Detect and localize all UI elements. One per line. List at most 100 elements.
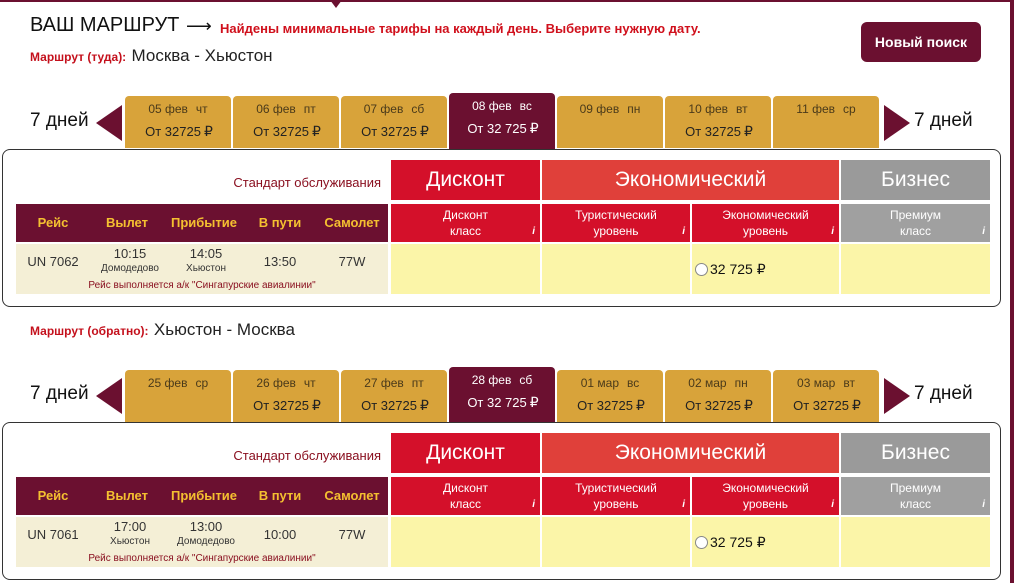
weekday-label: пт [303,102,316,116]
info-icon[interactable]: i [532,224,535,240]
info-icon[interactable]: i [682,497,685,513]
date-tab-price [125,397,231,413]
date-tab-date: 25 фев ср [125,376,231,390]
min-price: От 32725 [253,398,309,413]
col-aircraft: Самолет [324,488,380,503]
subclass-discount: Дисконт класс i [391,204,540,242]
subclass-line1: Экономический [722,481,809,495]
col-departure: Вылет [105,215,148,230]
flight-number: UN 7062 [27,254,79,269]
info-icon[interactable]: i [982,224,985,240]
ruble-sign: ₽ [743,123,753,139]
info-icon[interactable]: i [831,497,834,513]
date-tab[interactable]: 08 фев вс От 32 725 ₽ [449,93,555,149]
prev-7-days-label[interactable]: 7 дней [30,110,89,132]
date-tab[interactable]: 02 мар пн От 32725 ₽ [665,370,771,422]
subclass-line2: класс [449,497,482,511]
page-title: ВАШ МАРШРУТ [30,14,180,36]
col-duration: В пути [258,488,302,503]
date-tab[interactable]: 03 мар вт От 32725 ₽ [773,370,879,422]
flight-number: UN 7061 [27,527,79,542]
weekday-label: чт [195,102,208,116]
weekday-label: вт [736,102,748,116]
arrival-time: 14:05 [189,246,223,261]
date-tab-date: 05 фев чт [125,102,231,116]
flight-table-header: Рейс Вылет Прибытие В пути Самолет [16,204,388,242]
date-tab[interactable]: 28 фев сб От 32 725 ₽ [449,367,555,423]
next-7-days-label[interactable]: 7 дней [914,383,973,405]
route-outbound-value: Москва - Хьюстон [131,46,273,65]
date-label: 26 фев [256,376,296,390]
service-standard-label: Стандарт обслуживания [233,448,381,463]
class-economy-header: Экономический [542,160,839,200]
subclass-line1: Дисконт [442,208,488,222]
departure-cell: 17:00 Хьюстон [90,519,170,547]
route-inbound-value: Хьюстон - Москва [153,320,295,339]
next-7-days-label[interactable]: 7 дней [914,110,973,132]
date-label: 05 фев [148,102,188,116]
fare-option[interactable]: 32 725 ₽ [695,261,766,278]
info-icon[interactable]: i [532,497,535,513]
min-price: От 32 725 [467,121,527,136]
route-inbound: Маршрут (обратно): Хьюстон - Москва [30,320,295,340]
ruble-sign: ₽ [529,394,539,410]
radio-button[interactable] [695,536,708,549]
subclass-line2: класс [899,497,932,511]
subclass-tourist: Туристический уровень i [542,204,690,242]
info-icon[interactable]: i [831,224,834,240]
subclass-tourist: Туристический уровень i [542,477,690,515]
date-tab-date: 01 мар вс [557,376,663,390]
min-price: От 32725 [361,124,417,139]
prev-week-arrow-icon[interactable] [96,105,122,141]
arrow-right-icon: ⟶ [186,16,212,36]
date-tab[interactable]: 27 фев пт От 32725 ₽ [341,370,447,422]
date-tab[interactable]: 06 фев пт От 32725 ₽ [233,96,339,148]
date-tab-price: От 32725 ₽ [665,123,771,140]
info-icon[interactable]: i [982,497,985,513]
date-tab[interactable]: 07 фев сб От 32725 ₽ [341,96,447,148]
fare-option[interactable]: 32 725 ₽ [695,534,766,551]
prev-7-days-label[interactable]: 7 дней [30,383,89,405]
date-tab-date: 10 фев вт [665,102,771,116]
info-icon[interactable]: i [682,224,685,240]
subclass-line1: Экономический [722,208,809,222]
prev-week-arrow-icon[interactable] [96,378,122,414]
weekday-label: ср [195,376,209,390]
date-label: 28 фев [471,373,512,387]
date-tab-date: 03 мар вт [773,376,879,390]
fare-cell-tourist [542,517,690,567]
subclass-line1: Туристический [575,208,657,222]
new-search-button[interactable]: Новый поиск [861,22,981,62]
flight-duration: 10:00 [263,527,297,542]
min-price: От 32 725 [467,395,527,410]
class-discount-header: Дисконт [391,160,540,200]
top-border [0,0,1014,2]
col-flight: Рейс [37,215,69,230]
date-tab[interactable]: 10 фев вт От 32725 ₽ [665,96,771,148]
date-tab[interactable]: 25 фев ср [125,370,231,422]
date-label: 10 фев [688,102,728,116]
weekday-label: сб [411,102,425,116]
date-tab[interactable]: 11 фев ср [773,96,879,148]
date-tab[interactable]: 01 мар вс От 32725 ₽ [557,370,663,422]
subclass-line1: Премиум [889,481,942,495]
outbound-fare-panel: Стандарт обслуживания Дисконт Экономичес… [2,149,1001,307]
date-label: 11 фев [796,102,836,116]
date-tab-date: 08 фев вс [449,99,555,113]
fare-cell-economy: 32 725 ₽ [692,244,839,294]
radio-button[interactable] [695,263,708,276]
subclass-line2: класс [449,224,482,238]
next-week-arrow-icon[interactable] [884,378,910,414]
weekday-label: вс [519,99,532,113]
fare-cell-premium [841,244,990,294]
next-week-arrow-icon[interactable] [884,105,910,141]
ruble-sign: ₽ [419,397,429,413]
col-duration: В пути [258,215,302,230]
date-tab[interactable]: 09 фев пн [557,96,663,148]
subclass-line1: Туристический [575,481,657,495]
flight-duration: 13:50 [263,254,297,269]
col-arrival: Прибытие [171,488,237,503]
right-border [1010,0,1014,583]
date-tab[interactable]: 05 фев чт От 32725 ₽ [125,96,231,148]
date-tab[interactable]: 26 фев чт От 32725 ₽ [233,370,339,422]
